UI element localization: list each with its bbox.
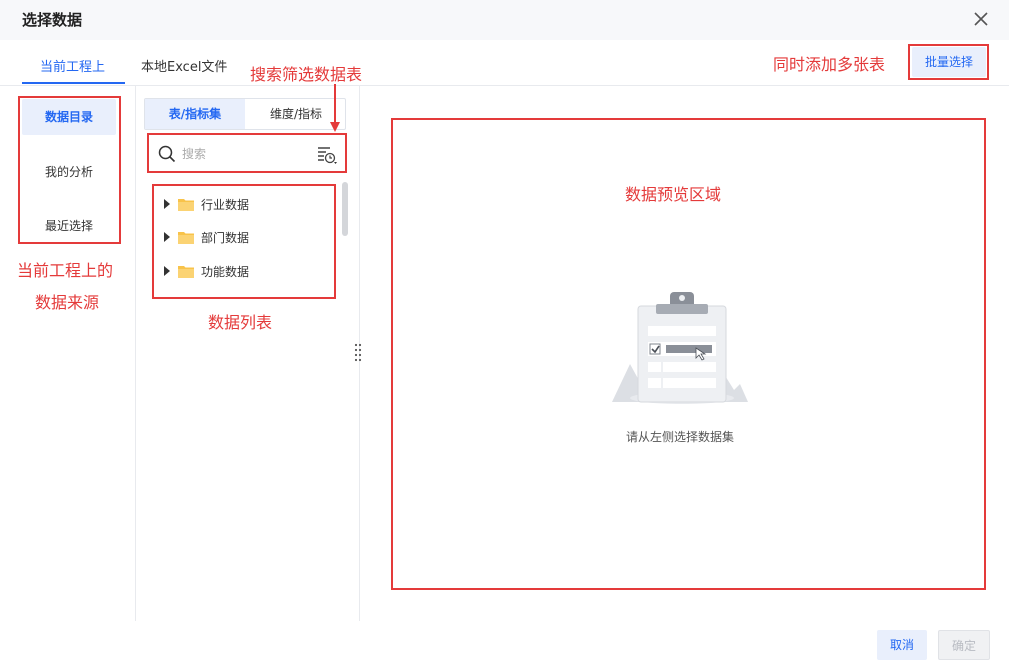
annotation-data-list: 数据列表 [208,313,273,332]
annotation-search-filter: 搜索筛选数据表 [250,65,363,84]
preview-empty-text: 请从左侧选择数据集 [625,430,734,444]
tree-item-label: 行业数据 [201,198,250,212]
folder-icon [178,266,194,278]
nav-item-recent[interactable]: 最近选择 [22,208,116,244]
drag-handle-icon[interactable] [353,342,363,364]
clipboard-empty-icon [612,292,748,404]
annotation-data-source-1: 当前工程上的 [17,261,114,280]
tab-current-project[interactable]: 当前工程上 [40,56,105,75]
segment-table-metric-set[interactable]: 表/指标集 [145,99,245,129]
folder-icon [178,199,194,211]
left-nav: 数据目录 我的分析 最近选择 [0,86,136,621]
caret-right-icon[interactable] [162,198,172,210]
tree-item-label: 功能数据 [201,265,250,279]
nav-item-data-catalog[interactable]: 数据目录 [22,99,116,135]
caret-right-icon[interactable] [162,265,172,277]
filter-history-icon[interactable] [316,145,338,165]
batch-select-button[interactable]: 批量选择 [912,47,986,77]
nav-item-my-analysis[interactable]: 我的分析 [22,154,116,190]
caret-right-icon[interactable] [162,231,172,243]
cancel-button[interactable]: 取消 [877,630,927,660]
confirm-button[interactable]: 确定 [938,630,990,660]
list-scrollbar[interactable] [342,182,348,236]
annotation-data-source-2: 数据来源 [35,293,100,312]
dialog-header: 选择数据 [0,0,1009,40]
annotation-arrow-icon [330,84,340,132]
dialog-title: 选择数据 [22,11,83,29]
tree-item-label: 部门数据 [201,231,250,245]
annotation-preview-area: 数据预览区域 [625,185,722,204]
search-bar [150,138,345,170]
search-input[interactable] [182,143,302,165]
active-tab-indicator [22,82,125,84]
annotation-batch-add: 同时添加多张表 [773,55,886,74]
close-icon[interactable] [970,8,992,30]
type-segment: 表/指标集 维度/指标 [144,98,346,130]
search-icon [158,145,176,163]
folder-icon [178,232,194,244]
tab-local-excel[interactable]: 本地Excel文件 [141,56,227,75]
